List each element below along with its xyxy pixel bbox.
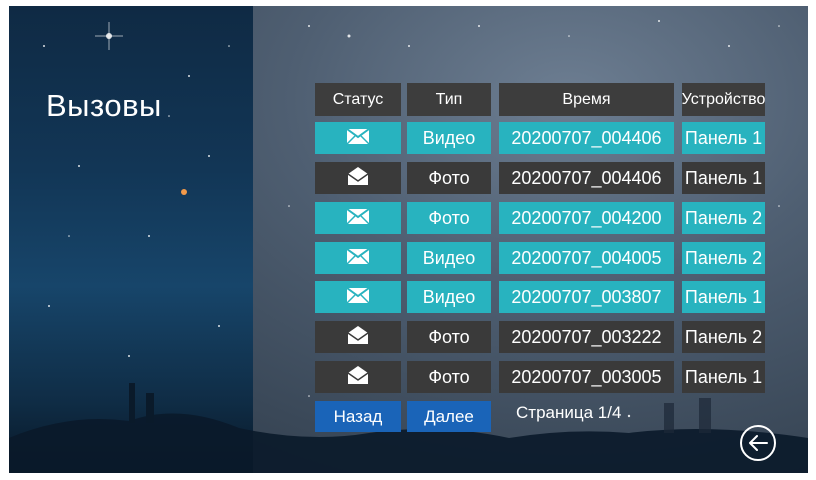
status-cell[interactable] xyxy=(315,162,401,194)
back-arrow-circle-icon[interactable] xyxy=(738,423,778,463)
status-cell[interactable] xyxy=(315,202,401,234)
device-cell[interactable]: Панель 2 xyxy=(682,321,765,353)
device-cell[interactable]: Панель 1 xyxy=(682,122,765,154)
envelope-read-icon xyxy=(345,165,371,192)
page-title: Вызовы xyxy=(46,88,162,123)
time-cell[interactable]: 20200707_004005 xyxy=(499,242,674,274)
time-cell[interactable]: 20200707_003005 xyxy=(499,361,674,393)
status-cell[interactable] xyxy=(315,321,401,353)
header-time: Время xyxy=(499,83,674,116)
next-page-button[interactable]: Далее xyxy=(407,401,491,432)
type-cell[interactable]: Видео xyxy=(407,242,491,274)
type-cell[interactable]: Фото xyxy=(407,162,491,194)
type-cell[interactable]: Видео xyxy=(407,122,491,154)
device-cell[interactable]: Панель 2 xyxy=(682,242,765,274)
type-cell[interactable]: Фото xyxy=(407,321,491,353)
time-cell[interactable]: 20200707_003807 xyxy=(499,281,674,313)
header-status: Статус xyxy=(315,83,401,116)
status-cell[interactable] xyxy=(315,361,401,393)
prev-page-button[interactable]: Назад xyxy=(315,401,401,432)
device-cell[interactable]: Панель 1 xyxy=(682,162,765,194)
page-indicator: Страница 1/4 xyxy=(516,403,622,422)
status-cell[interactable] xyxy=(315,122,401,154)
time-cell[interactable]: 20200707_004200 xyxy=(499,202,674,234)
device-cell[interactable]: Панель 1 xyxy=(682,281,765,313)
envelope-read-icon xyxy=(345,324,371,351)
time-cell[interactable]: 20200707_004406 xyxy=(499,162,674,194)
status-cell[interactable] xyxy=(315,242,401,274)
type-cell[interactable]: Фото xyxy=(407,202,491,234)
time-cell[interactable]: 20200707_003222 xyxy=(499,321,674,353)
envelope-read-icon xyxy=(345,364,371,391)
header-device: Устройство xyxy=(682,83,765,116)
envelope-unread-icon xyxy=(345,205,371,232)
envelope-unread-icon xyxy=(345,284,371,311)
time-cell[interactable]: 20200707_004406 xyxy=(499,122,674,154)
header-type: Тип xyxy=(407,83,491,116)
type-cell[interactable]: Видео xyxy=(407,281,491,313)
device-cell[interactable]: Панель 2 xyxy=(682,202,765,234)
left-panel xyxy=(9,6,253,473)
device-cell[interactable]: Панель 1 xyxy=(682,361,765,393)
envelope-unread-icon xyxy=(345,125,371,152)
type-cell[interactable]: Фото xyxy=(407,361,491,393)
envelope-unread-icon xyxy=(345,245,371,272)
status-cell[interactable] xyxy=(315,281,401,313)
